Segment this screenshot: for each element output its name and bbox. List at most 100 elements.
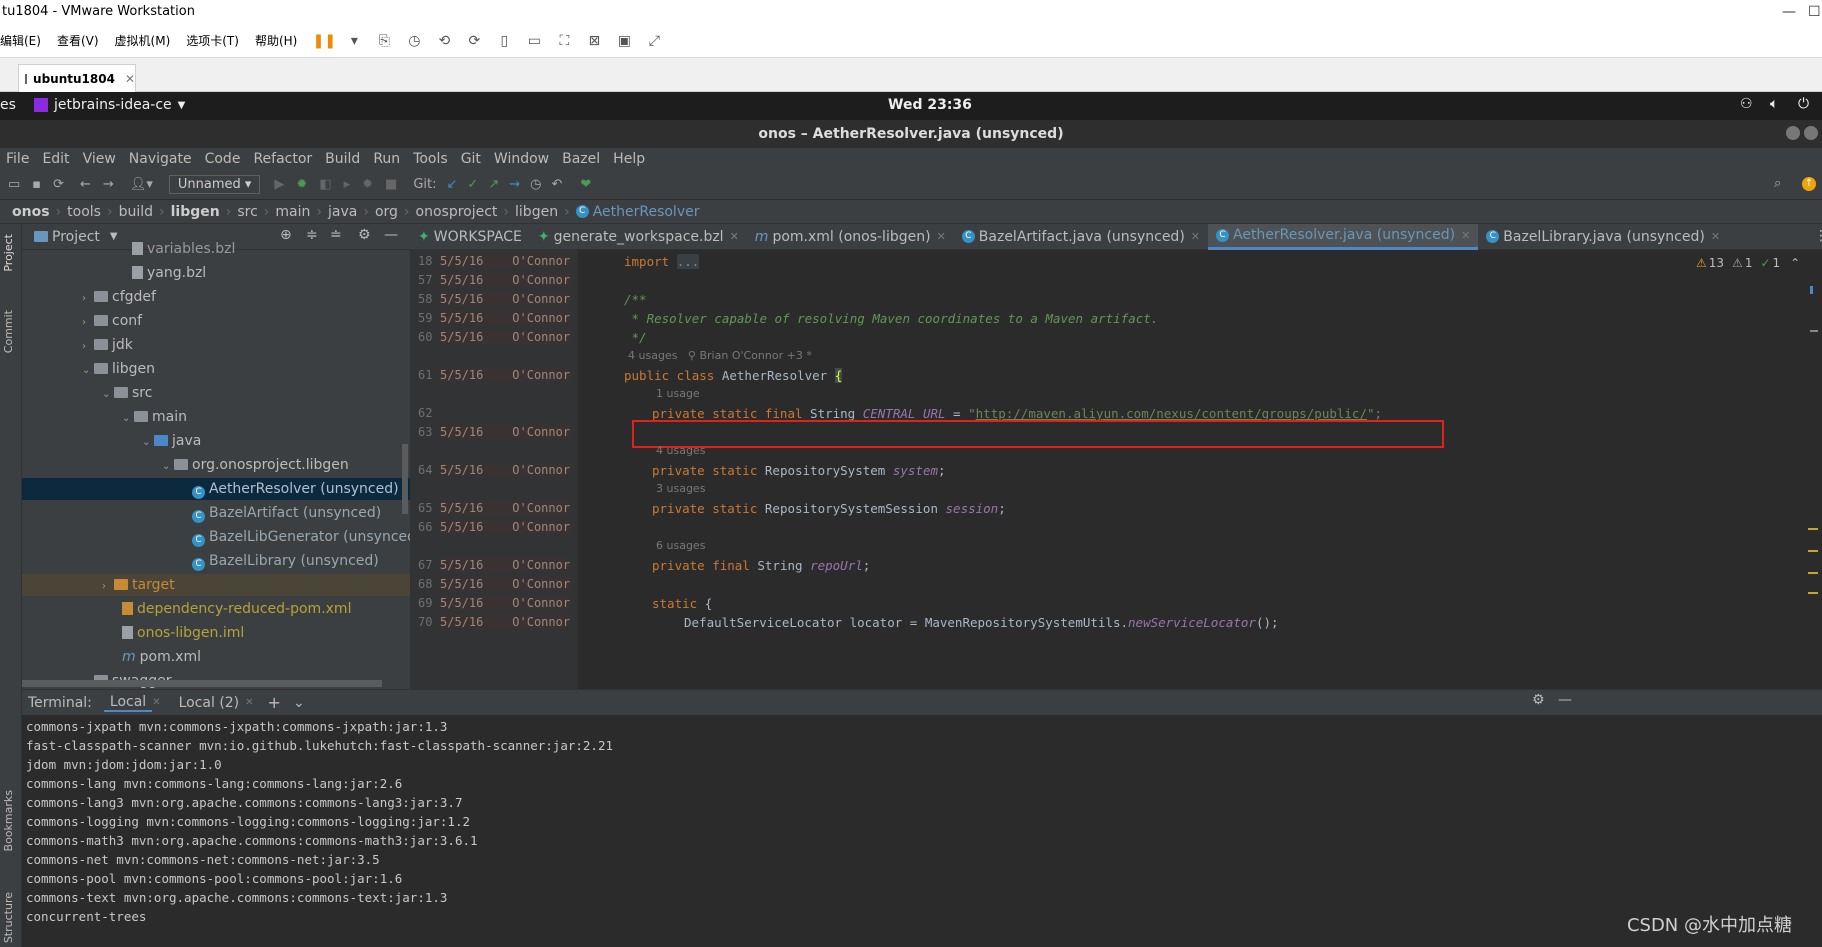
menu-window[interactable]: Window bbox=[494, 151, 549, 167]
annotation-row[interactable]: 67 5/5/16 O'Connor bbox=[418, 558, 571, 572]
tree-item[interactable]: C BazelLibrary (unsynced) bbox=[192, 550, 379, 572]
horizontal-scrollbar[interactable] bbox=[22, 680, 382, 687]
crumb-libgen[interactable]: libgen bbox=[171, 204, 220, 220]
locate-icon[interactable]: ⊕ bbox=[280, 227, 292, 243]
menu-git[interactable]: Git bbox=[461, 151, 481, 167]
crumb-org[interactable]: org bbox=[375, 204, 398, 220]
folded-region[interactable]: ... bbox=[676, 254, 700, 269]
unity-icon[interactable]: ⊠ bbox=[583, 30, 605, 52]
annotation-row[interactable]: 60 5/5/16 O'Connor bbox=[418, 330, 571, 344]
back-icon[interactable]: ← bbox=[80, 177, 91, 192]
hide-icon[interactable]: — bbox=[384, 227, 398, 243]
close-icon[interactable]: ✕ bbox=[937, 230, 946, 243]
minimize-icon[interactable] bbox=[1786, 126, 1800, 140]
clock[interactable]: Wed 23:36 bbox=[888, 97, 972, 113]
tree-item[interactable]: ⌄ java bbox=[142, 430, 201, 452]
close-icon[interactable]: ✕ bbox=[1461, 229, 1470, 242]
volume-icon[interactable]: 🔈︎ bbox=[1770, 96, 1778, 112]
fullscreen-icon[interactable]: ⛶ bbox=[553, 30, 575, 52]
menu-build[interactable]: Build bbox=[325, 151, 360, 167]
snapshot-icon[interactable]: ◷ bbox=[403, 30, 425, 52]
snapshot-manager-icon[interactable]: ⟳ bbox=[463, 30, 485, 52]
chevron-down-icon[interactable]: ⌄ bbox=[102, 384, 114, 406]
tree-item[interactable]: onos-libgen.iml bbox=[122, 622, 244, 644]
coverage-icon[interactable]: ◧ bbox=[319, 177, 331, 192]
tab-aetherresolver[interactable]: C AetherResolver.java (unsynced) ✕ bbox=[1208, 223, 1479, 250]
error-stripe[interactable] bbox=[1808, 250, 1822, 689]
collapse-all-icon[interactable]: ≐ bbox=[330, 227, 342, 243]
crumb-build[interactable]: build bbox=[119, 204, 153, 220]
tab-bazellibrary[interactable]: C BazelLibrary.java (unsynced) ✕ bbox=[1478, 224, 1728, 250]
menu-navigate[interactable]: Navigate bbox=[129, 151, 192, 167]
usages-hint[interactable]: 3 usages bbox=[656, 482, 705, 495]
terminal-tab-local-2[interactable]: Local (2) bbox=[173, 695, 246, 711]
tree-item[interactable]: › jdk bbox=[82, 334, 133, 356]
more-tabs-icon[interactable]: ⋮ bbox=[1814, 228, 1822, 244]
rollback-icon[interactable]: ↶ bbox=[551, 177, 562, 192]
menu-file[interactable]: File bbox=[6, 151, 29, 167]
usages-hint[interactable]: 1 usage bbox=[656, 387, 700, 400]
menu-vm[interactable]: 虚拟机(M) bbox=[115, 32, 171, 49]
minimize-icon[interactable]: — bbox=[1782, 0, 1796, 24]
tree-item[interactable]: C BazelArtifact (unsynced) bbox=[192, 502, 381, 524]
close-icon[interactable]: ✕ bbox=[125, 72, 135, 86]
annotation-row[interactable]: 18 5/5/16 O'Connor bbox=[418, 254, 571, 268]
git-push-icon[interactable]: ↗ bbox=[488, 177, 499, 192]
sync-icon[interactable]: ⟳ bbox=[53, 177, 64, 192]
vertical-scrollbar[interactable] bbox=[402, 444, 408, 514]
activities-button[interactable]: es bbox=[0, 97, 16, 113]
git-merge-icon[interactable]: ⇝ bbox=[509, 177, 520, 192]
maximize-icon[interactable]: ☐ bbox=[1808, 0, 1821, 24]
pause-icon[interactable]: ❚❚ bbox=[313, 30, 336, 52]
code-editor[interactable]: 18 5/5/16 O'Connor 57 5/5/16 O'Connor 58 5/5/… bbox=[410, 250, 1822, 689]
menu-code[interactable]: Code bbox=[205, 151, 241, 167]
maximize-icon[interactable] bbox=[1804, 126, 1818, 140]
tab-ubuntu1804[interactable]: ubuntu1804 ✕ bbox=[18, 64, 136, 92]
revert-snapshot-icon[interactable]: ⟲ bbox=[433, 30, 455, 52]
run-config-select[interactable]: Unnamed ▾ bbox=[168, 175, 261, 194]
search-icon[interactable]: ⌕ bbox=[1774, 176, 1781, 191]
close-icon[interactable]: ✕ bbox=[1711, 230, 1720, 243]
history-icon[interactable]: ◷ bbox=[530, 177, 541, 192]
console-view-icon[interactable]: ▭ bbox=[523, 30, 545, 52]
annotation-row[interactable]: 69 5/5/16 O'Connor bbox=[418, 596, 571, 610]
annotation-row[interactable]: 70 5/5/16 O'Connor bbox=[418, 615, 571, 629]
menu-tools[interactable]: Tools bbox=[413, 151, 448, 167]
chevron-down-icon[interactable]: ⌄ bbox=[293, 695, 305, 711]
bookmarks-tool-button[interactable]: Bookmarks bbox=[2, 790, 15, 851]
save-icon[interactable]: ▪ bbox=[32, 177, 41, 192]
inspection-widget[interactable]: ⚠ 13 ⚠ 1 ✓ 1 ⌃ bbox=[1696, 256, 1800, 270]
chevron-down-icon[interactable]: ▼ bbox=[110, 231, 118, 242]
stop-icon[interactable]: ■ bbox=[385, 177, 397, 192]
menu-refactor[interactable]: Refactor bbox=[253, 151, 312, 167]
profile-icon[interactable]: ▸ bbox=[344, 177, 351, 192]
chevron-down-icon[interactable]: ⌄ bbox=[82, 360, 94, 382]
terminal-tab-local[interactable]: Local bbox=[103, 694, 153, 712]
structure-tool-button[interactable]: Structure bbox=[2, 892, 15, 943]
crumb-libgen-pkg[interactable]: libgen bbox=[515, 204, 558, 220]
menu-bazel[interactable]: Bazel bbox=[562, 151, 600, 167]
crumb-java[interactable]: java bbox=[328, 204, 357, 220]
stretch-icon[interactable]: ⤢ bbox=[643, 30, 665, 52]
tree-item[interactable]: › cfgdef bbox=[82, 286, 156, 308]
tree-item[interactable]: ⌄ src bbox=[102, 382, 152, 404]
annotation-row[interactable]: 64 5/5/16 O'Connor bbox=[418, 463, 571, 477]
user-icon[interactable]: 👤︎▾ bbox=[130, 177, 153, 192]
network-icon[interactable]: ⚇ bbox=[1740, 96, 1753, 112]
chevron-down-icon[interactable]: ⌄ bbox=[142, 432, 154, 454]
menu-edit[interactable]: Edit bbox=[42, 151, 69, 167]
chevron-right-icon[interactable]: › bbox=[82, 336, 94, 358]
run-icon[interactable]: ▶ bbox=[274, 177, 284, 192]
menu-run[interactable]: Run bbox=[373, 151, 400, 167]
attach-icon[interactable]: ✹ bbox=[362, 177, 373, 192]
chevron-down-icon[interactable]: ⌄ bbox=[162, 456, 174, 478]
tab-bazelartifact[interactable]: C BazelArtifact.java (unsynced) ✕ bbox=[954, 224, 1208, 250]
annotation-row[interactable]: 65 5/5/16 O'Connor bbox=[418, 501, 571, 515]
close-icon[interactable]: ✕ bbox=[152, 697, 160, 708]
tree-item[interactable]: ⌄ org.onosproject.libgen bbox=[162, 454, 349, 476]
crumb-tools[interactable]: tools bbox=[67, 204, 101, 220]
url-link[interactable]: http://maven.aliyun.com/nexus/content/gr… bbox=[976, 406, 1367, 421]
git-commit-icon[interactable]: ✓ bbox=[467, 177, 478, 192]
chevron-up-icon[interactable]: ⌃ bbox=[1790, 256, 1800, 270]
debug-icon[interactable]: ✹ bbox=[296, 177, 307, 192]
